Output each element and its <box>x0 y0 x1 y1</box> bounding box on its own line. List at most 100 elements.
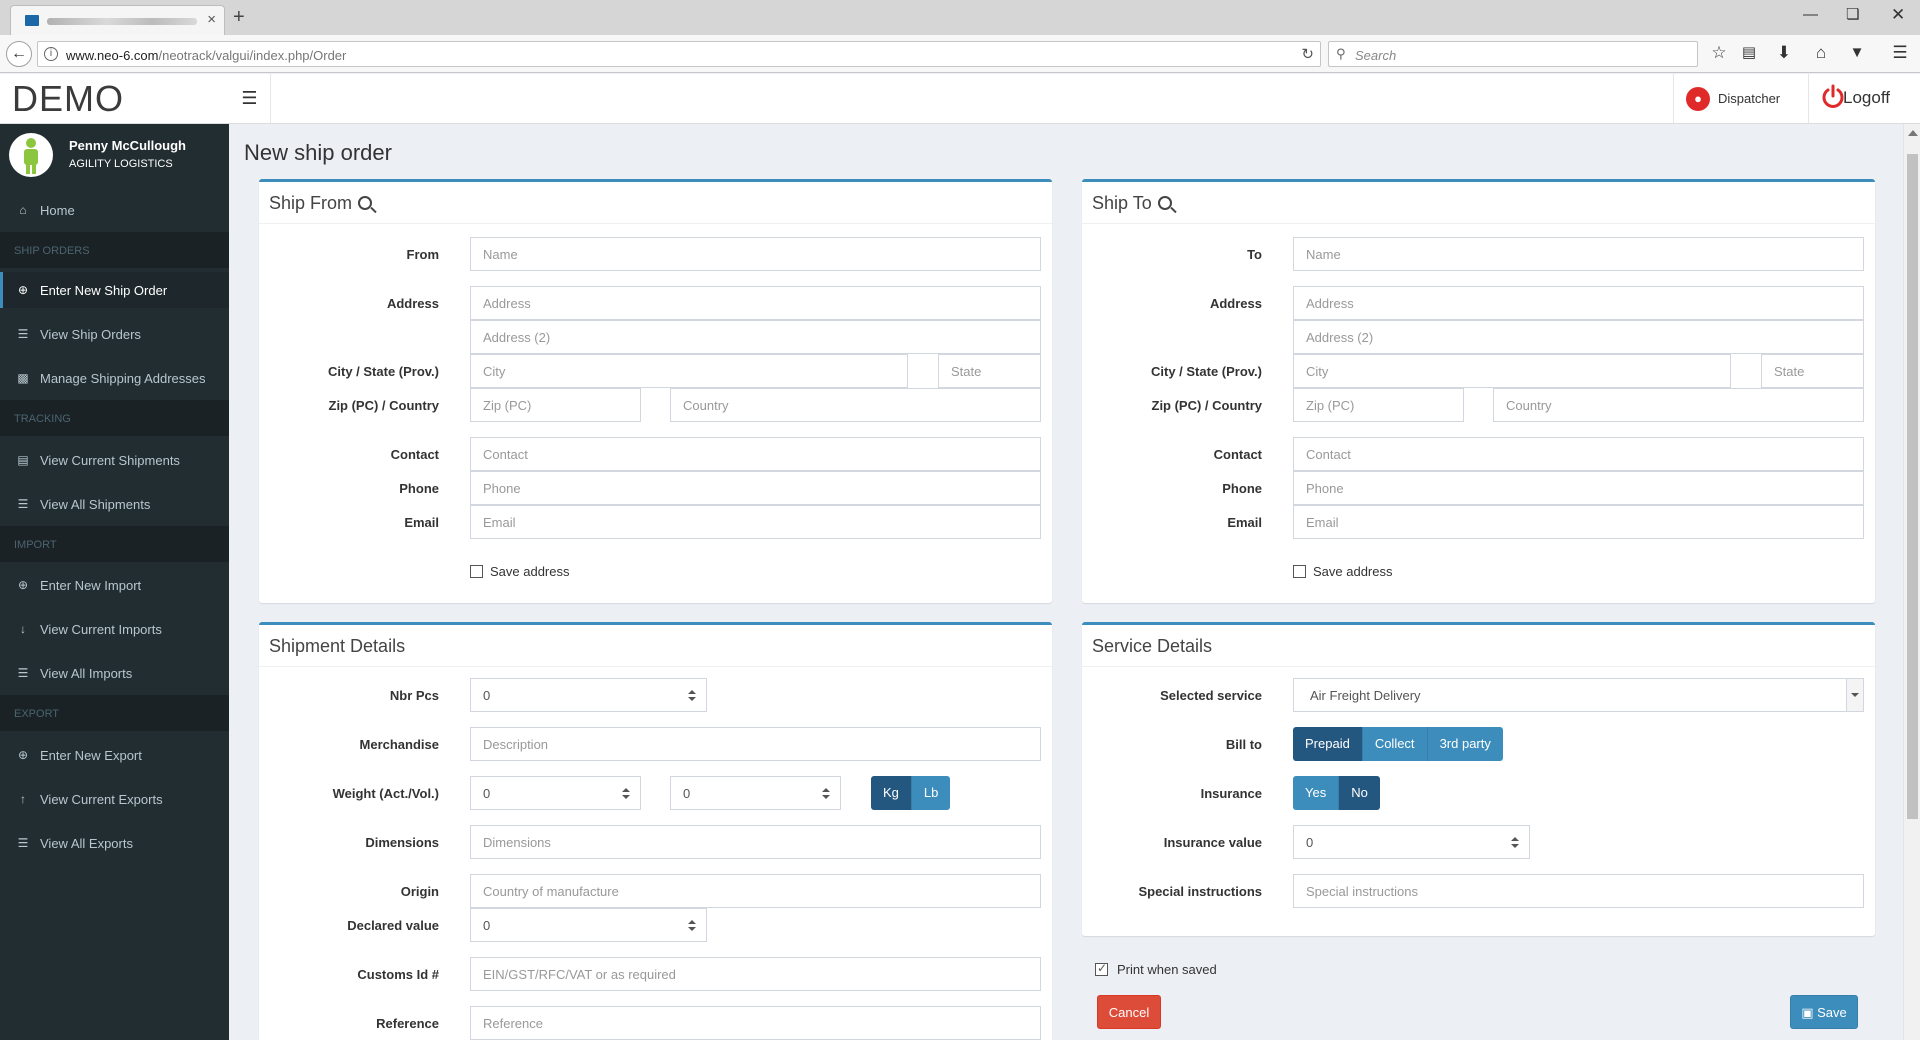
spinner-icon[interactable] <box>620 788 632 800</box>
to-phone-input[interactable]: Phone <box>1293 471 1864 505</box>
spinner-icon[interactable] <box>1509 837 1521 849</box>
sidebar-item-view-current-shipments[interactable]: ▤ View Current Shipments <box>0 442 229 478</box>
merchandise-label: Merchandise <box>359 737 439 752</box>
to-country-input[interactable]: Country <box>1493 388 1864 422</box>
unit-kg-button[interactable]: Kg <box>871 776 912 810</box>
from-save-address-checkbox[interactable] <box>470 565 483 578</box>
to-city-input[interactable]: City <box>1293 354 1731 388</box>
clipboard-icon[interactable]: ▤ <box>1738 43 1760 63</box>
arrow-down-icon: ↓ <box>20 622 26 636</box>
service-select[interactable]: Air Freight Delivery <box>1293 678 1864 712</box>
bill-collect-button[interactable]: Collect <box>1362 727 1428 761</box>
origin-input[interactable]: Country of manufacture <box>470 874 1041 908</box>
sidebar-item-view-all-exports[interactable]: ☰ View All Exports <box>0 825 229 861</box>
customs-id-input[interactable]: EIN/GST/RFC/VAT or as required <box>470 957 1041 991</box>
sidebar-item-home[interactable]: ⌂ Home <box>0 192 229 228</box>
home-icon: ⌂ <box>19 203 27 217</box>
list-icon: ☰ <box>17 497 29 511</box>
star-icon[interactable]: ☆ <box>1708 43 1730 63</box>
special-instructions-input[interactable]: Special instructions <box>1293 874 1864 908</box>
weight-actual-stepper[interactable]: 0 <box>470 776 641 810</box>
bill-prepaid-button[interactable]: Prepaid <box>1293 727 1363 761</box>
to-zip-input[interactable]: Zip (PC) <box>1293 388 1464 422</box>
download-icon[interactable]: ⬇ <box>1773 43 1795 63</box>
chevron-down-icon[interactable] <box>1846 679 1863 711</box>
insurance-value-stepper[interactable]: 0 <box>1293 825 1530 859</box>
home-icon[interactable]: ⌂ <box>1810 43 1832 63</box>
sidebar-item-view-all-imports[interactable]: ☰ View All Imports <box>0 655 229 691</box>
cancel-button[interactable]: Cancel <box>1097 995 1161 1029</box>
sidebar-item-view-current-imports[interactable]: ↓ View Current Imports <box>0 611 229 647</box>
close-window-icon[interactable]: ✕ <box>1891 6 1905 24</box>
save-button[interactable]: ▣ Save <box>1790 995 1858 1029</box>
from-country-input[interactable]: Country <box>670 388 1041 422</box>
minimize-icon[interactable]: — <box>1803 6 1818 24</box>
logo[interactable]: DEMO <box>12 78 124 120</box>
nbr-pcs-stepper[interactable]: 0 <box>470 678 707 712</box>
url-bar[interactable]: i www.neo-6.com/neotrack/valgui/index.ph… <box>37 41 1321 67</box>
to-name-input[interactable]: Name <box>1293 237 1864 271</box>
logoff-button[interactable]: Logoff <box>1808 74 1920 123</box>
bill-3rd-party-button[interactable]: 3rd party <box>1427 727 1503 761</box>
from-name-input[interactable]: Name <box>470 237 1041 271</box>
from-phone-input[interactable]: Phone <box>470 471 1041 505</box>
to-label: To <box>1247 247 1262 262</box>
spinner-icon[interactable] <box>820 788 832 800</box>
weight-volume-stepper[interactable]: 0 <box>670 776 841 810</box>
spinner-icon[interactable] <box>686 920 698 932</box>
browser-tab[interactable]: × <box>10 5 225 35</box>
search-icon[interactable] <box>1157 196 1172 210</box>
browser-search-input[interactable]: ⚲ Search <box>1328 41 1698 67</box>
print-when-saved-label: Print when saved <box>1117 962 1217 977</box>
search-icon[interactable] <box>358 196 373 210</box>
restore-icon[interactable]: ❏ <box>1846 6 1859 24</box>
reload-icon[interactable]: ↻ <box>1301 45 1314 63</box>
from-address-input[interactable]: Address <box>470 286 1041 320</box>
print-when-saved-checkbox[interactable] <box>1095 961 1108 976</box>
to-address-input[interactable]: Address <box>1293 286 1864 320</box>
from-city-input[interactable]: City <box>470 354 908 388</box>
sidebar-item-view-current-exports[interactable]: ↑ View Current Exports <box>0 781 229 817</box>
insurance-yes-button[interactable]: Yes <box>1293 776 1340 810</box>
tab-title-blurred <box>47 18 197 25</box>
to-contact-input[interactable]: Contact <box>1293 437 1864 471</box>
from-state-input[interactable]: State <box>938 354 1041 388</box>
new-tab-icon[interactable]: + <box>233 7 245 27</box>
back-arrow-icon[interactable]: ← <box>6 41 32 67</box>
reference-input[interactable]: Reference <box>470 1006 1041 1040</box>
to-save-address-checkbox[interactable] <box>1293 565 1306 578</box>
menu-icon[interactable]: ☰ <box>1889 43 1911 63</box>
dispatcher-menu[interactable]: ● Dispatcher <box>1673 74 1808 123</box>
sidebar-item-view-ship-orders[interactable]: ☰ View Ship Orders <box>0 316 229 352</box>
info-icon[interactable]: i <box>44 47 58 61</box>
to-state-input[interactable]: State <box>1761 354 1864 388</box>
sidebar-item-view-all-shipments[interactable]: ☰ View All Shipments <box>0 486 229 522</box>
from-address2-input[interactable]: Address (2) <box>470 320 1041 354</box>
sidebar-toggle-icon[interactable]: ☰ <box>229 74 271 123</box>
spinner-icon[interactable] <box>686 690 698 702</box>
scroll-up-icon[interactable] <box>1908 130 1918 136</box>
merchandise-input[interactable]: Description <box>470 727 1041 761</box>
unit-lb-button[interactable]: Lb <box>911 776 951 810</box>
from-contact-input[interactable]: Contact <box>470 437 1041 471</box>
sidebar-item-manage-shipping-addresses[interactable]: ▩ Manage Shipping Addresses <box>0 360 229 396</box>
to-address2-input[interactable]: Address (2) <box>1293 320 1864 354</box>
sidebar-item-enter-new-ship-order[interactable]: ⊕ Enter New Ship Order <box>0 272 229 308</box>
customs-id-label: Customs Id # <box>357 967 439 982</box>
origin-label: Origin <box>400 884 439 899</box>
close-tab-icon[interactable]: × <box>207 12 216 28</box>
scrollbar-thumb[interactable] <box>1907 154 1918 819</box>
sidebar-item-enter-new-import[interactable]: ⊕ Enter New Import <box>0 567 229 603</box>
to-email-input[interactable]: Email <box>1293 505 1864 539</box>
from-zip-input[interactable]: Zip (PC) <box>470 388 641 422</box>
sidebar-item-enter-new-export[interactable]: ⊕ Enter New Export <box>0 737 229 773</box>
page-scrollbar[interactable] <box>1903 124 1920 1040</box>
from-email-input[interactable]: Email <box>470 505 1041 539</box>
arrow-up-icon: ↑ <box>20 792 26 806</box>
pocket-icon[interactable]: ▼ <box>1846 43 1868 63</box>
bill-to-label: Bill to <box>1225 737 1262 752</box>
insurance-no-button[interactable]: No <box>1339 776 1380 810</box>
dimensions-input[interactable]: Dimensions <box>470 825 1041 859</box>
declared-value-stepper[interactable]: 0 <box>470 908 707 942</box>
weight-label: Weight (Act./Vol.) <box>332 786 439 801</box>
